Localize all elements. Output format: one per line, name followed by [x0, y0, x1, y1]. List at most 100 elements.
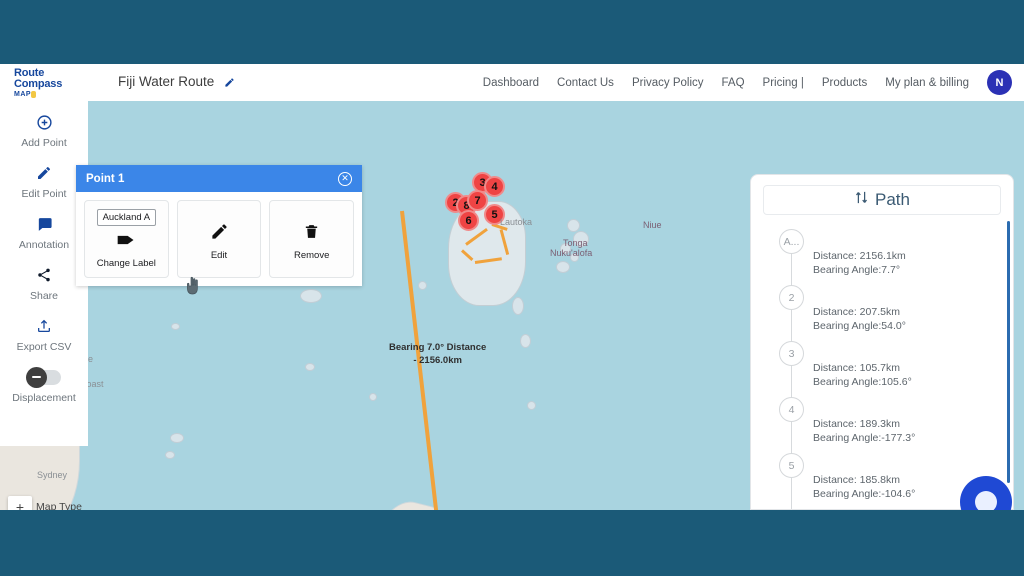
pencil-icon	[36, 162, 52, 184]
chat-icon	[975, 491, 997, 510]
nav-item-my-plan-billing[interactable]: My plan & billing	[885, 77, 969, 89]
point-popup: Point 1 ✕ Auckland A Change Label Edit R…	[76, 165, 362, 286]
nav-item-dashboard[interactable]: Dashboard	[483, 77, 539, 89]
toolbar-label: Export CSV	[16, 341, 72, 353]
island-shape	[165, 451, 175, 459]
logo-primary-text: Route Compass	[14, 66, 63, 90]
main-nav: Dashboard Contact Us Privacy Policy FAQ …	[483, 70, 1024, 95]
application-viewport: Route Compass MAP Fiji Water Route Dashb…	[0, 64, 1024, 510]
letterbox-top	[0, 0, 1024, 64]
toolbar-item-annotation[interactable]: Annotation	[0, 213, 88, 251]
current-label-chip[interactable]: Auckland A	[96, 209, 157, 226]
left-toolbar: Add Point Edit Point Annotation Share Ex…	[0, 101, 88, 446]
close-icon[interactable]: ✕	[338, 171, 352, 186]
trash-icon	[303, 221, 320, 243]
sort-updown-icon	[854, 190, 869, 210]
comment-icon	[36, 213, 53, 235]
path-step-bearing: Bearing Angle:-177.3°	[813, 432, 916, 444]
path-step[interactable]: A... Distance: 2156.1km Bearing Angle:7.7°	[769, 229, 1013, 293]
map-marker-6[interactable]: 6	[458, 210, 479, 231]
path-step[interactable]: 4 Distance: 189.3km Bearing Angle:-177.3°	[769, 397, 1013, 461]
island-shape	[527, 401, 536, 410]
path-step-bearing: Bearing Angle:105.6°	[813, 376, 912, 388]
toggle-knob	[26, 366, 47, 388]
remove-point-text: Remove	[293, 249, 330, 261]
island-shape	[305, 363, 315, 371]
toolbar-item-displacement[interactable]: Displacement	[0, 366, 88, 404]
path-node[interactable]: 4	[779, 397, 804, 422]
screenshot-root: Route Compass MAP Fiji Water Route Dashb…	[0, 0, 1024, 576]
nav-item-contact-us[interactable]: Contact Us	[557, 77, 614, 89]
island-shape	[567, 219, 580, 232]
map-marker-4[interactable]: 4	[484, 176, 505, 197]
point-popup-body: Auckland A Change Label Edit Remove	[76, 192, 362, 286]
change-label-text: Change Label	[96, 258, 156, 269]
map-label: Niue	[643, 220, 662, 230]
map-label: Sydney	[37, 470, 68, 480]
bearing-annotation: Bearing 7.0° Distance - 2156.0km	[389, 341, 486, 367]
remove-point-card[interactable]: Remove	[269, 200, 355, 278]
toolbar-label: Add Point	[21, 137, 67, 149]
path-step-distance: Distance: 105.7km	[813, 362, 900, 374]
share-icon	[36, 264, 52, 286]
nav-item-products[interactable]: Products	[822, 77, 867, 89]
change-label-card[interactable]: Auckland A Change Label	[84, 200, 169, 278]
island-shape	[300, 289, 322, 303]
point-popup-header: Point 1 ✕	[76, 165, 362, 192]
mouse-cursor	[186, 276, 202, 301]
path-node[interactable]: 2	[779, 285, 804, 310]
zoom-in-button[interactable]: +	[8, 496, 32, 510]
path-node[interactable]: A...	[779, 229, 804, 254]
path-step-bearing: Bearing Angle:7.7°	[813, 264, 901, 276]
island-shape	[556, 261, 570, 273]
project-title-text: Fiji Water Route	[118, 74, 215, 89]
island-shape	[512, 297, 524, 315]
upload-icon	[36, 315, 52, 337]
edit-point-text: Edit	[210, 249, 228, 261]
toolbar-item-export-csv[interactable]: Export CSV	[0, 315, 88, 353]
map-label: Lautoka	[500, 217, 533, 227]
bearing-annotation-line: Bearing 7.0° Distance	[389, 342, 487, 353]
path-step-text: Distance: 2156.1km Bearing Angle:7.7°	[813, 229, 1013, 277]
map-type-control[interactable]: Map Type	[36, 501, 88, 510]
path-panel: Path A... Distance: 2156.1km Bearing Angle…	[750, 174, 1014, 510]
edit-title-pencil-icon[interactable]	[224, 76, 235, 91]
map-zoom-controls: + − ▲	[8, 496, 32, 510]
path-step[interactable]: 3 Distance: 105.7km Bearing Angle:105.6°	[769, 341, 1013, 405]
path-node[interactable]: 3	[779, 341, 804, 366]
path-timeline: A... Distance: 2156.1km Bearing Angle:7.7°…	[769, 229, 1013, 510]
label-arrow-icon	[116, 229, 136, 251]
nav-item-privacy-policy[interactable]: Privacy Policy	[632, 77, 704, 89]
toolbar-item-share[interactable]: Share	[0, 264, 88, 302]
toolbar-label: Displacement	[12, 392, 76, 404]
path-step-text: Distance: 207.5km Bearing Angle:54.0°	[813, 285, 1013, 333]
path-node[interactable]: 6	[779, 509, 804, 510]
nav-item-faq[interactable]: FAQ	[722, 77, 745, 89]
map-label: Nuku'alofa	[550, 248, 593, 258]
project-title[interactable]: Fiji Water Route	[118, 74, 235, 91]
toolbar-item-add-point[interactable]: Add Point	[0, 111, 88, 149]
path-step-distance: Distance: 207.5km	[813, 306, 900, 318]
path-panel-title: Path	[875, 190, 910, 209]
path-panel-header[interactable]: Path	[763, 185, 1001, 215]
logo-secondary-text: MAP	[14, 90, 94, 98]
nav-item-pricing[interactable]: Pricing |	[763, 77, 804, 89]
toolbar-label: Annotation	[18, 239, 70, 251]
letterbox-bottom	[0, 510, 1024, 576]
path-node[interactable]: 5	[779, 453, 804, 478]
map-label: Tonga	[563, 238, 588, 248]
edit-point-card[interactable]: Edit	[176, 200, 262, 278]
island-shape	[171, 323, 180, 330]
island-shape	[170, 433, 184, 443]
toolbar-item-edit-point[interactable]: Edit Point	[0, 162, 88, 200]
path-step[interactable]: 2 Distance: 207.5km Bearing Angle:54.0°	[769, 285, 1013, 349]
displacement-toggle[interactable]	[26, 366, 61, 388]
avatar[interactable]: N	[987, 70, 1012, 95]
path-panel-scrollbar[interactable]	[1007, 221, 1010, 483]
path-connector	[791, 477, 792, 509]
path-step-text: Distance: 105.7km Bearing Angle:105.6°	[813, 341, 1013, 389]
island-shape	[418, 281, 427, 290]
island-shape	[520, 334, 531, 348]
toolbar-label: Share	[29, 290, 59, 302]
app-logo[interactable]: Route Compass MAP	[14, 66, 94, 98]
